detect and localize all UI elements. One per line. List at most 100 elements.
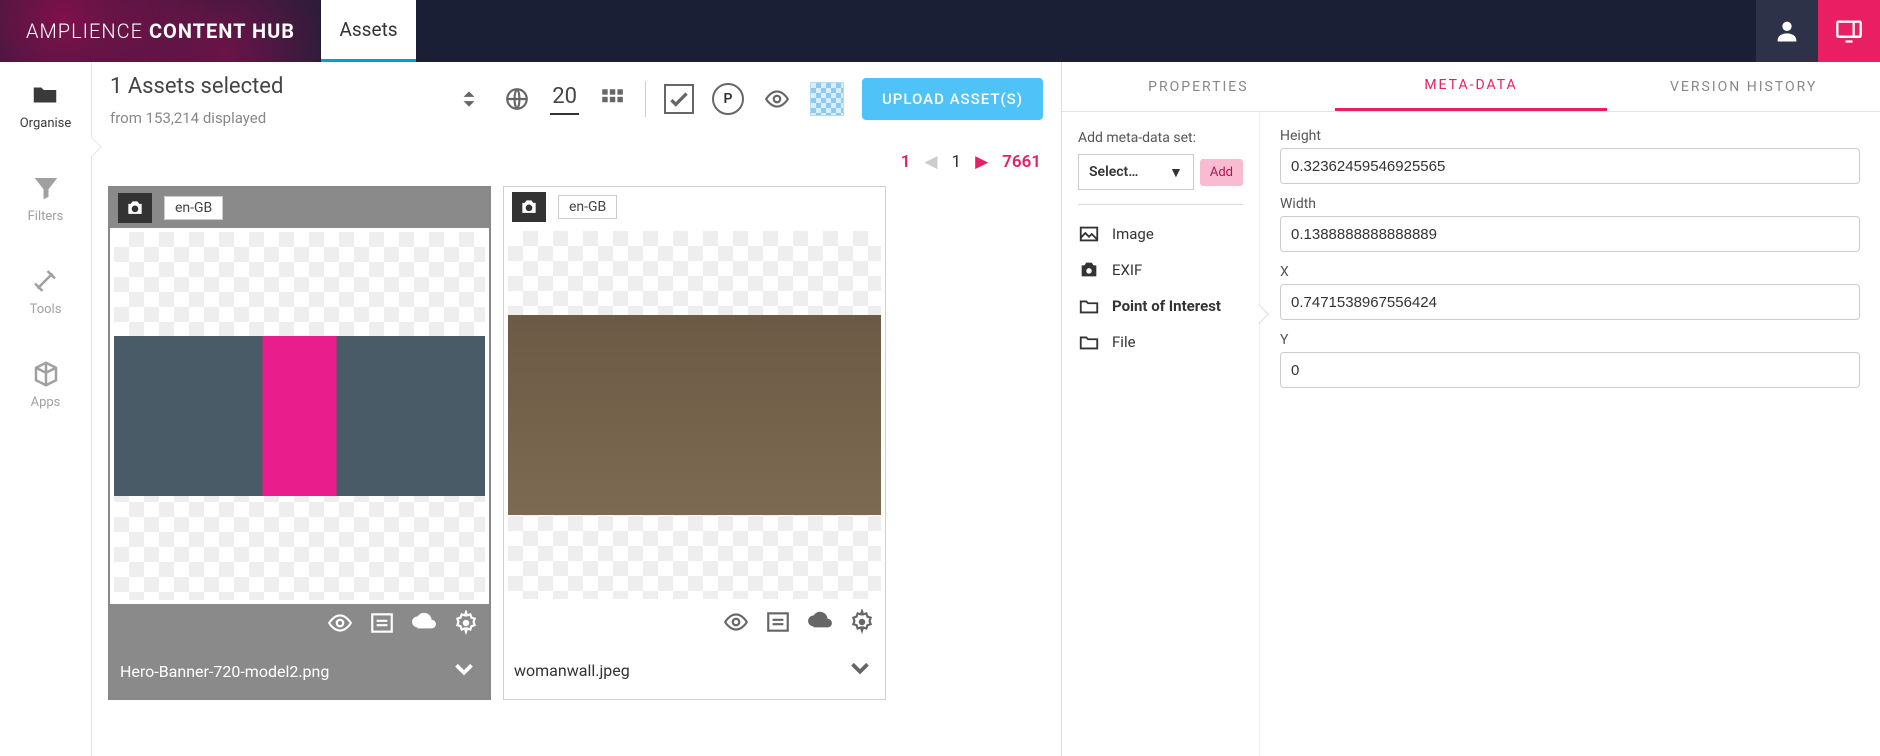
- rail-tools[interactable]: Tools: [30, 266, 62, 317]
- cloud-download-icon: [411, 610, 437, 636]
- publish-button[interactable]: P: [712, 83, 744, 115]
- brand-bold: CONTENT HUB: [149, 19, 295, 43]
- selection-count: 1 Assets selected: [110, 74, 283, 99]
- field-input-width[interactable]: [1280, 216, 1860, 252]
- folder-icon: [1078, 295, 1100, 317]
- funnel-icon: [31, 173, 61, 203]
- eye-icon: [327, 610, 353, 636]
- locale-badge: en-GB: [558, 195, 617, 219]
- metadata-nav-image[interactable]: Image: [1078, 223, 1243, 245]
- user-icon: [1773, 17, 1801, 45]
- preview-button[interactable]: [762, 84, 792, 114]
- transparency-toggle[interactable]: [810, 82, 844, 116]
- sort-toggle[interactable]: [454, 84, 484, 114]
- field-label-y: Y: [1280, 332, 1860, 348]
- user-menu-button[interactable]: [1756, 0, 1818, 62]
- field-label-x: X: [1280, 264, 1860, 280]
- locale-badge: en-GB: [164, 196, 223, 220]
- add-metadata-label: Add meta-data set:: [1078, 130, 1243, 146]
- card-expand-button[interactable]: [449, 654, 479, 688]
- chevron-down-icon: [449, 654, 479, 684]
- metadata-nav-poi[interactable]: Point of Interest: [1078, 295, 1243, 317]
- eye-icon: [723, 609, 749, 635]
- pager-total: 7661: [1002, 152, 1041, 172]
- asset-type-badge: [512, 192, 546, 222]
- field-label-height: Height: [1280, 128, 1860, 144]
- page-size[interactable]: 20: [550, 84, 579, 115]
- sort-icon: [456, 86, 482, 112]
- check-icon: [666, 86, 692, 112]
- card-download-button[interactable]: [411, 610, 437, 640]
- card-edit-button[interactable]: [765, 609, 791, 639]
- pager-next[interactable]: ▶: [975, 152, 988, 172]
- main: 1 Assets selected from 153,214 displayed…: [92, 62, 1880, 756]
- rail-organise[interactable]: Organise: [20, 80, 72, 131]
- gear-icon: [453, 610, 479, 636]
- brand-light: AMPLIENCE: [26, 19, 143, 43]
- rail-apps[interactable]: Apps: [31, 359, 61, 410]
- grid-view-button[interactable]: [597, 84, 627, 114]
- field-input-y[interactable]: [1280, 352, 1860, 388]
- tab-assets[interactable]: Assets: [321, 0, 416, 62]
- asset-card[interactable]: en-GB Hero-Banner-720-model2.png: [108, 186, 491, 700]
- card-settings-button[interactable]: [849, 609, 875, 639]
- assets-toolbar: 1 Assets selected from 153,214 displayed…: [92, 62, 1061, 152]
- workspace-button[interactable]: [1818, 0, 1880, 62]
- app-header: AMPLIENCE CONTENT HUB Assets: [0, 0, 1880, 62]
- metadata-fields: Height Width X Y: [1260, 112, 1880, 404]
- upload-button[interactable]: UPLOAD ASSET(S): [862, 78, 1043, 120]
- asset-thumbnail[interactable]: [508, 231, 881, 599]
- globe-icon: [504, 86, 530, 112]
- displayed-count: from 153,214 displayed: [110, 109, 283, 127]
- tab-metadata[interactable]: META-DATA: [1335, 62, 1608, 111]
- sliders-icon: [369, 610, 395, 636]
- cloud-download-icon: [807, 609, 833, 635]
- tools-icon: [30, 266, 60, 296]
- tab-version-history[interactable]: VERSION HISTORY: [1607, 62, 1880, 111]
- card-expand-button[interactable]: [845, 653, 875, 687]
- card-download-button[interactable]: [807, 609, 833, 639]
- field-input-height[interactable]: [1280, 148, 1860, 184]
- monitor-icon: [1835, 17, 1863, 45]
- card-settings-button[interactable]: [453, 610, 479, 640]
- assets-pane: 1 Assets selected from 153,214 displayed…: [92, 62, 1062, 756]
- locale-button[interactable]: [502, 84, 532, 114]
- tab-properties[interactable]: PROPERTIES: [1062, 62, 1335, 111]
- camera-icon: [1078, 259, 1100, 281]
- cube-icon: [31, 359, 61, 389]
- metadata-nav: Add meta-data set: Select… ▼ Add Image: [1062, 112, 1260, 756]
- asset-filename: Hero-Banner-720-model2.png: [120, 662, 329, 681]
- camera-icon: [519, 197, 539, 217]
- field-label-width: Width: [1280, 196, 1860, 212]
- brand: AMPLIENCE CONTENT HUB: [0, 0, 321, 62]
- image-icon: [1078, 223, 1100, 245]
- asset-thumbnail[interactable]: [114, 232, 485, 600]
- grid-icon: [599, 86, 625, 112]
- card-preview-button[interactable]: [327, 610, 353, 640]
- folder-icon: [1078, 331, 1100, 353]
- card-edit-button[interactable]: [369, 610, 395, 640]
- inspector-tabs: PROPERTIES META-DATA VERSION HISTORY: [1062, 62, 1880, 112]
- pager-page: 1: [952, 152, 962, 172]
- add-metadata-button[interactable]: Add: [1200, 159, 1243, 186]
- select-all-button[interactable]: [664, 84, 694, 114]
- asset-filename: womanwall.jpeg: [514, 661, 630, 680]
- card-preview-button[interactable]: [723, 609, 749, 639]
- gear-icon: [849, 609, 875, 635]
- metadata-set-select[interactable]: Select… ▼: [1078, 154, 1194, 190]
- asset-grid: en-GB Hero-Banner-720-model2.png: [92, 180, 1061, 706]
- inspector: PROPERTIES META-DATA VERSION HISTORY Add…: [1062, 62, 1880, 756]
- asset-card[interactable]: en-GB womanwall.jpeg: [503, 186, 886, 700]
- metadata-nav-file[interactable]: File: [1078, 331, 1243, 353]
- camera-icon: [125, 198, 145, 218]
- pager-current: 1: [901, 152, 911, 172]
- rail-filters[interactable]: Filters: [28, 173, 64, 224]
- folder-icon: [30, 80, 60, 110]
- metadata-nav-exif[interactable]: EXIF: [1078, 259, 1243, 281]
- field-input-x[interactable]: [1280, 284, 1860, 320]
- pager: 1 ◀ 1 ▶ 7661: [92, 152, 1061, 180]
- asset-type-badge: [118, 193, 152, 223]
- pager-prev[interactable]: ◀: [924, 152, 937, 172]
- eye-icon: [764, 86, 790, 112]
- chevron-down-icon: ▼: [1169, 164, 1183, 181]
